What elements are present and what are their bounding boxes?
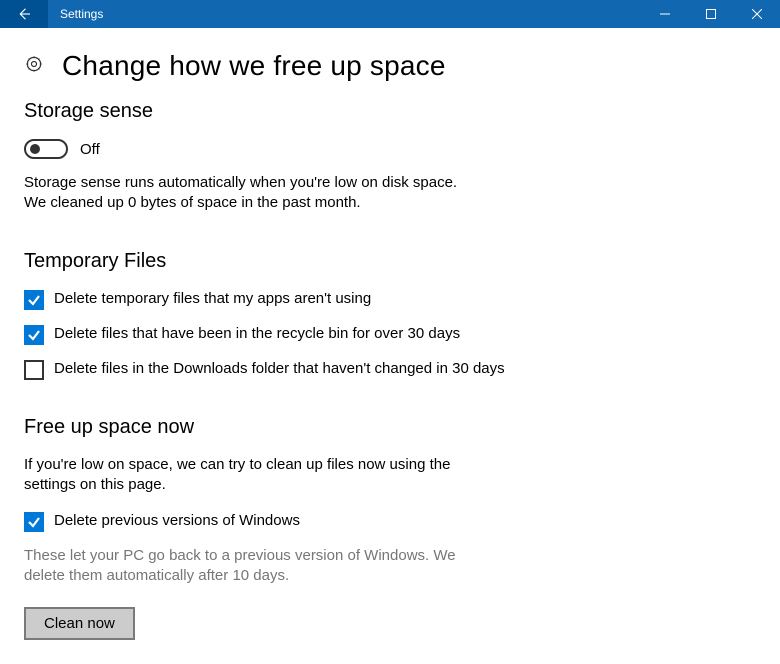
minimize-icon bbox=[660, 9, 670, 19]
window-controls bbox=[642, 0, 780, 28]
free-up-option: Delete previous versions of Windows bbox=[24, 511, 534, 532]
temp-files-label-0: Delete temporary files that my apps aren… bbox=[54, 289, 371, 309]
maximize-icon bbox=[706, 9, 716, 19]
maximize-button[interactable] bbox=[688, 0, 734, 28]
close-icon bbox=[752, 9, 762, 19]
storage-sense-heading: Storage sense bbox=[24, 100, 756, 123]
arrow-left-icon bbox=[15, 5, 33, 23]
free-up-description: If you're low on space, we can try to cl… bbox=[24, 455, 484, 496]
back-button[interactable] bbox=[0, 0, 48, 28]
page-title: Change how we free up space bbox=[62, 50, 446, 82]
checkmark-icon bbox=[27, 328, 41, 342]
temp-files-option-2: Delete files in the Downloads folder tha… bbox=[24, 359, 534, 380]
page-header: Change how we free up space bbox=[24, 50, 756, 82]
settings-content: Change how we free up space Storage sens… bbox=[0, 28, 780, 664]
storage-sense-desc-line2: We cleaned up 0 bytes of space in the pa… bbox=[24, 194, 361, 211]
free-up-checkbox[interactable] bbox=[24, 512, 44, 532]
storage-sense-desc-line1: Storage sense runs automatically when yo… bbox=[24, 174, 457, 191]
clean-now-button[interactable]: Clean now bbox=[24, 607, 135, 640]
free-up-heading: Free up space now bbox=[24, 416, 756, 439]
toggle-knob bbox=[30, 144, 40, 154]
temp-files-checkbox-1[interactable] bbox=[24, 325, 44, 345]
storage-sense-toggle-row: Off bbox=[24, 139, 756, 159]
free-up-note: These let your PC go back to a previous … bbox=[24, 546, 494, 587]
storage-sense-toggle[interactable] bbox=[24, 139, 68, 159]
temp-files-checkbox-2[interactable] bbox=[24, 360, 44, 380]
temp-files-label-2: Delete files in the Downloads folder tha… bbox=[54, 359, 505, 379]
temp-files-option-0: Delete temporary files that my apps aren… bbox=[24, 289, 534, 310]
checkmark-icon bbox=[27, 293, 41, 307]
window-title: Settings bbox=[60, 7, 103, 21]
checkmark-icon bbox=[27, 515, 41, 529]
titlebar: Settings bbox=[0, 0, 780, 28]
temporary-files-heading: Temporary Files bbox=[24, 250, 756, 273]
temp-files-checkbox-0[interactable] bbox=[24, 290, 44, 310]
free-up-option-label: Delete previous versions of Windows bbox=[54, 511, 300, 531]
temp-files-label-1: Delete files that have been in the recyc… bbox=[54, 324, 460, 344]
close-button[interactable] bbox=[734, 0, 780, 28]
storage-sense-description: Storage sense runs automatically when yo… bbox=[24, 173, 524, 214]
temp-files-option-1: Delete files that have been in the recyc… bbox=[24, 324, 534, 345]
minimize-button[interactable] bbox=[642, 0, 688, 28]
gear-icon bbox=[24, 54, 44, 79]
storage-sense-toggle-label: Off bbox=[80, 141, 100, 158]
